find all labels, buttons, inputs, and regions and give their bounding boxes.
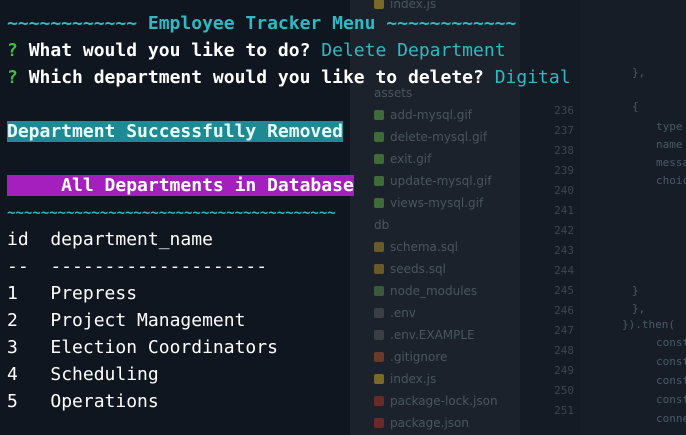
row-id: 1 xyxy=(7,283,18,304)
section-title: All Departments in Database xyxy=(7,175,354,196)
row-department-name: Election Coordinators xyxy=(50,337,278,358)
table-row: 1 Prepress xyxy=(7,283,137,305)
row-id: 4 xyxy=(7,364,18,385)
prompt-line-department: ? Which department would you like to del… xyxy=(7,67,571,89)
row-id: 3 xyxy=(7,337,18,358)
row-department-name: Prepress xyxy=(50,283,138,304)
tilde-divider: ~~~~~~~~~~~~~~~~~~~~~~~~~~~~~~~~~~~~~~~ xyxy=(7,205,336,221)
table-row: 4 Scheduling xyxy=(7,364,159,386)
table-row: 3 Election Coordinators xyxy=(7,337,278,359)
prompt-answer: Digital xyxy=(494,67,571,88)
prompt-answer: Delete Department xyxy=(321,40,506,61)
row-id: 2 xyxy=(7,310,18,331)
success-message: Department Successfully Removed xyxy=(7,121,343,142)
menu-header: ~~~~~~~~~~~~ Employee Tracker Menu ~~~~~… xyxy=(7,13,517,34)
table-separator: -- -------------------- xyxy=(7,256,268,277)
prompt-question-mark: ? xyxy=(7,67,18,88)
prompt-question: What would you like to do? xyxy=(28,40,311,61)
table-row: 2 Project Management xyxy=(7,310,245,332)
table-row: 5 Operations xyxy=(7,391,159,413)
row-id: 5 xyxy=(7,391,18,412)
prompt-question-mark: ? xyxy=(7,40,18,61)
prompt-line-action: ? What would you like to do? Delete Depa… xyxy=(7,40,506,62)
row-department-name: Operations xyxy=(50,391,159,412)
terminal-output[interactable]: ~~~~~~~~~~~~ Employee Tracker Menu ~~~~~… xyxy=(0,0,686,435)
row-department-name: Project Management xyxy=(50,310,246,331)
table-header: id department_name xyxy=(7,229,213,250)
row-department-name: Scheduling xyxy=(50,364,159,385)
prompt-question: Which department would you like to delet… xyxy=(28,67,484,88)
